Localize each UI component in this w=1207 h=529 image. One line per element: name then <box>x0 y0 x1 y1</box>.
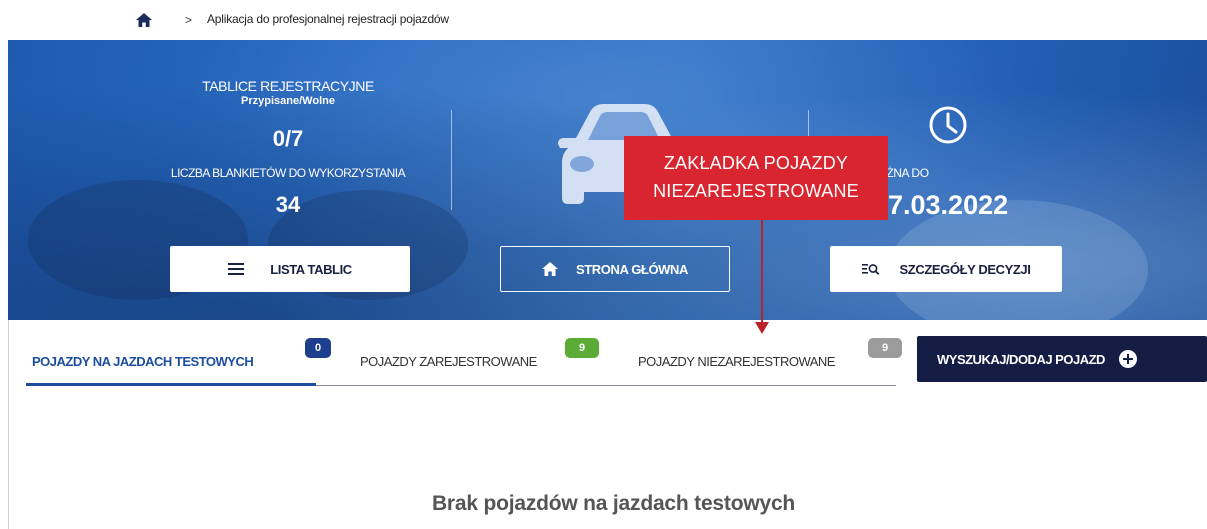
annotation-arrow-line <box>761 220 763 325</box>
blanks-value: 34 <box>275 192 301 217</box>
callout-line-2: NIEZAREJESTROWANE <box>653 181 859 201</box>
menu-icon <box>228 263 245 275</box>
plates-list-label: LISTA TABLIC <box>270 261 352 277</box>
plus-circle-icon <box>1118 350 1137 368</box>
breadcrumb-current: Aplikacja do profesjonalnej rejestracji … <box>207 12 449 26</box>
plates-value: 0/7 <box>272 126 304 151</box>
clock-icon <box>928 105 968 145</box>
plates-subtitle: Przypisane/Wolne <box>241 95 335 107</box>
list-search-icon <box>861 263 880 275</box>
empty-state-message: Brak pojazdów na jazdach testowych <box>431 492 796 515</box>
tab-unregistered[interactable]: POJAZDY NIEZAREJESTROWANE <box>638 354 835 369</box>
decision-details-button[interactable]: SZCZEGÓŁY DECYZJI <box>830 246 1062 292</box>
search-add-vehicle-label: WYSZUKAJ/DODAJ POJAZD <box>937 351 1105 367</box>
plates-title: TABLICE REJESTRACYJNE <box>202 78 374 94</box>
hero-banner: TABLICE REJESTRACYJNE Przypisane/Wolne 0… <box>8 40 1207 320</box>
plates-list-button[interactable]: LISTA TABLIC <box>170 246 410 292</box>
home-button[interactable]: STRONA GŁÓWNA <box>500 246 730 292</box>
blanks-label: LICZBA BLANKIETÓW DO WYKORZYSTANIA <box>170 166 406 180</box>
annotation-callout: ZAKŁADKA POJAZDY NIEZAREJESTROWANE <box>624 136 888 220</box>
tab-unregistered-count: 9 <box>868 338 902 358</box>
tab-registered[interactable]: POJAZDY ZAREJESTROWANE <box>360 354 537 369</box>
decision-valid-date: 7.03.2022 <box>888 190 1009 220</box>
breadcrumb-separator: > <box>185 13 193 27</box>
search-add-vehicle-button[interactable]: WYSZUKAJ/DODAJ POJAZD <box>917 336 1207 382</box>
banner-divider <box>451 110 452 210</box>
home-button-label: STRONA GŁÓWNA <box>575 261 689 277</box>
tab-test-drives[interactable]: POJAZDY NA JAZDACH TESTOWYCH <box>32 354 254 369</box>
decision-details-label: SZCZEGÓŁY DECYZJI <box>899 261 1031 277</box>
home-icon <box>541 262 558 276</box>
active-tab-indicator <box>26 383 316 386</box>
vehicle-tabs: POJAZDY NA JAZDACH TESTOWYCH 0 POJAZDY Z… <box>26 322 902 386</box>
tab-registered-count: 9 <box>565 338 599 358</box>
callout-line-1: ZAKŁADKA POJAZDY <box>663 153 849 173</box>
tab-test-drives-count: 0 <box>305 338 331 358</box>
home-icon[interactable] <box>136 13 152 27</box>
